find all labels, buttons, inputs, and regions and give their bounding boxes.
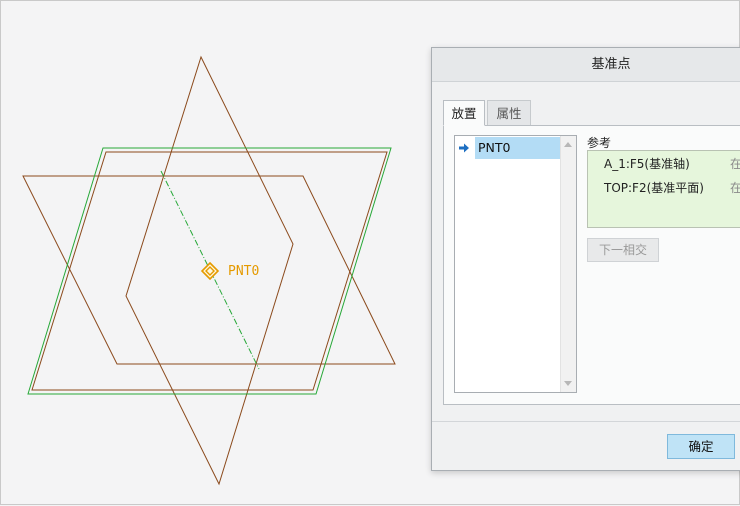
dialog-title[interactable]: 基准点 [432, 48, 740, 82]
graphics-window[interactable]: PNT0 基准点 放置 属性 PNT0 参考 A_1:F5(基准轴) 在 TOP… [0, 0, 740, 505]
scroll-down-icon[interactable] [564, 381, 572, 386]
arrow-right-icon [459, 143, 469, 153]
references-collector[interactable]: A_1:F5(基准轴) 在 TOP:F2(基准平面) 在 [587, 150, 740, 228]
list-item-pnt0[interactable]: PNT0 [475, 137, 560, 159]
reference-row[interactable]: A_1:F5(基准轴) 在 [604, 154, 740, 174]
reference-row[interactable]: TOP:F2(基准平面) 在 [604, 178, 740, 198]
next-intersection-button[interactable]: 下一相交 [587, 238, 659, 262]
datum-point-icon[interactable] [200, 261, 220, 281]
reference-name: A_1:F5(基准轴) [604, 157, 690, 171]
list-scrollbar[interactable] [560, 136, 576, 392]
references-label: 参考 [587, 136, 612, 150]
tab-properties[interactable]: 属性 [487, 100, 531, 126]
scroll-up-icon[interactable] [564, 142, 572, 147]
points-list[interactable]: PNT0 [454, 135, 577, 393]
datum-point-label[interactable]: PNT0 [228, 264, 259, 279]
datum-point-dialog: 基准点 放置 属性 PNT0 参考 A_1:F5(基准轴) 在 TOP:F2(基… [431, 47, 740, 471]
placement-panel: PNT0 参考 A_1:F5(基准轴) 在 TOP:F2(基准平面) 在 下一相… [443, 125, 740, 405]
ok-button[interactable]: 确定 [667, 434, 735, 459]
footer-divider [432, 421, 740, 422]
reference-name: TOP:F2(基准平面) [604, 181, 704, 195]
tab-placement[interactable]: 放置 [443, 100, 485, 126]
reference-constraint[interactable]: 在 [730, 178, 740, 198]
reference-constraint[interactable]: 在 [730, 154, 740, 174]
